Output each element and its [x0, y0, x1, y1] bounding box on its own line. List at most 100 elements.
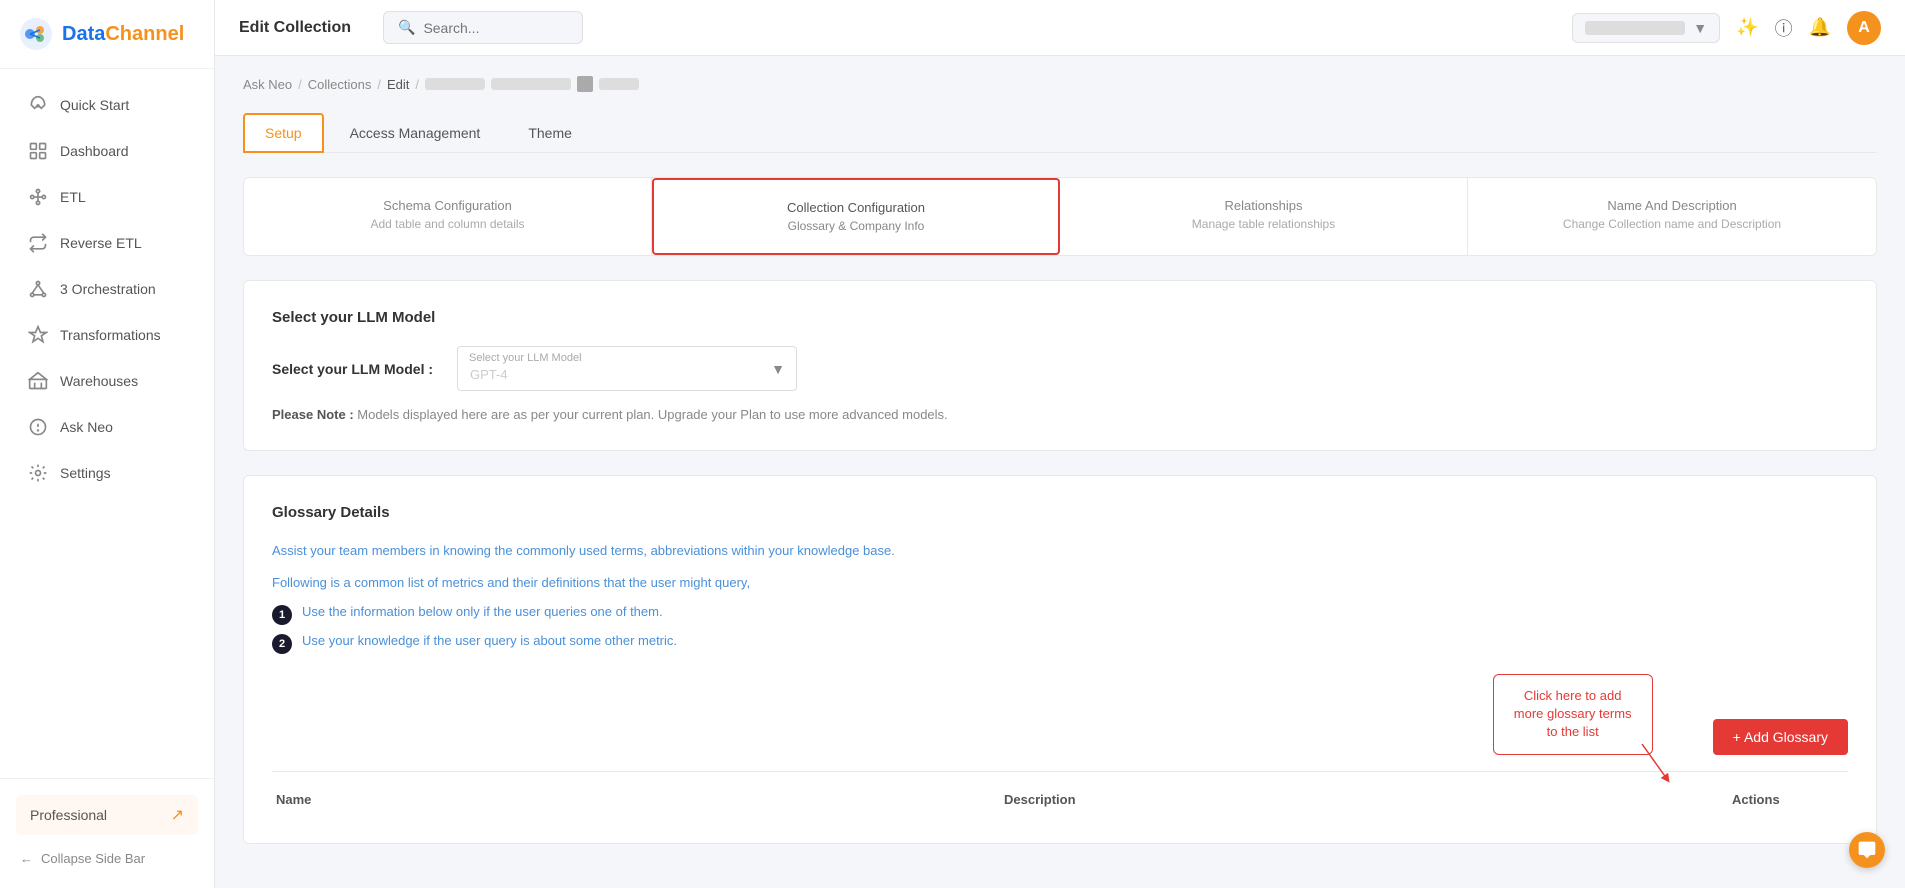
sidebar-item-label: ETL — [60, 189, 86, 205]
llm-select-floating-label: Select your LLM Model — [469, 352, 582, 364]
logo-icon — [18, 16, 54, 52]
glossary-instruction-2: 2 Use your knowledge if the user query i… — [272, 633, 1848, 654]
sidebar-item-orchestration[interactable]: 3 Orchestration — [8, 267, 206, 311]
sidebar-item-label: Ask Neo — [60, 419, 113, 435]
search-input[interactable] — [423, 20, 543, 36]
breadcrumb-icon-blur — [577, 76, 593, 92]
bullet-1: 1 — [272, 605, 292, 625]
transformations-icon — [28, 325, 48, 345]
llm-row: Select your LLM Model : Select your LLM … — [272, 346, 1848, 391]
sidebar-item-etl[interactable]: ETL — [8, 175, 206, 219]
sidebar-item-label: Settings — [60, 465, 111, 481]
notifications-icon[interactable]: 🔔 — [1809, 17, 1831, 38]
breadcrumb-item-blur3 — [599, 78, 639, 90]
glossary-instruction-2-text: Use your knowledge if the user query is … — [302, 633, 677, 648]
llm-section-title: Select your LLM Model — [272, 309, 1848, 326]
collapse-label: Collapse Side Bar — [41, 851, 145, 866]
step-tab-name-desc[interactable]: Name And Description Change Collection n… — [1468, 178, 1876, 255]
sidebar-nav: Quick Start Dashboard ETL — [0, 69, 214, 778]
dashboard-icon — [28, 141, 48, 161]
glossary-desc-line2: Following is a common list of metrics an… — [272, 573, 1848, 593]
note-description: Models displayed here are as per your cu… — [357, 407, 947, 422]
ask-neo-icon — [28, 417, 48, 437]
tab-access-management[interactable]: Access Management — [328, 113, 503, 153]
breadcrumb-item-blur2 — [491, 78, 571, 90]
sidebar-item-ask-neo[interactable]: Ask Neo — [8, 405, 206, 449]
collapse-sidebar-button[interactable]: ← Collapse Side Bar — [16, 845, 198, 872]
table-col-actions: Actions — [1728, 784, 1848, 815]
sidebar: DataChannel Quick Start Dashboard — [0, 0, 215, 888]
header-right: ▼ ✨ ⓘ 🔔 A — [1572, 11, 1881, 45]
warehouses-icon — [28, 371, 48, 391]
step-tab-relationships-title: Relationships — [1084, 198, 1443, 213]
user-name-blur — [1585, 21, 1685, 35]
etl-icon — [28, 187, 48, 207]
breadcrumb-collections[interactable]: Collections — [308, 77, 372, 92]
help-icon[interactable]: ⓘ — [1775, 15, 1793, 41]
search-icon: 🔍 — [398, 19, 415, 36]
step-tab-collection-title: Collection Configuration — [678, 200, 1034, 215]
breadcrumb-ask-neo[interactable]: Ask Neo — [243, 77, 292, 92]
sparkle-icon[interactable]: ✨ — [1736, 17, 1758, 38]
sidebar-item-label: Dashboard — [60, 143, 129, 159]
step-tab-collection-subtitle: Glossary & Company Info — [678, 219, 1034, 233]
chat-bubble[interactable] — [1849, 832, 1885, 868]
add-glossary-button[interactable]: + Add Glossary — [1713, 719, 1848, 755]
llm-select-wrapper: Select your LLM Model GPT-4 ▼ — [457, 346, 797, 391]
page-title: Edit Collection — [239, 19, 351, 37]
sidebar-item-label: Warehouses — [60, 373, 138, 389]
note-text: Please Note : Models displayed here are … — [272, 407, 1848, 422]
llm-field-label: Select your LLM Model : — [272, 361, 433, 377]
orchestration-icon — [28, 279, 48, 299]
content-area: Ask Neo / Collections / Edit / Setup Acc… — [215, 56, 1905, 888]
external-link-icon: ↗ — [171, 805, 184, 825]
sidebar-item-reverse-etl[interactable]: Reverse ETL — [8, 221, 206, 265]
user-avatar[interactable]: A — [1847, 11, 1881, 45]
sidebar-footer: Professional ↗ ← Collapse Side Bar — [0, 778, 214, 888]
table-col-description: Description — [1000, 784, 1728, 815]
step-tab-name-desc-title: Name And Description — [1492, 198, 1852, 213]
rocket-icon — [28, 95, 48, 115]
top-header: Edit Collection 🔍 ▼ ✨ ⓘ 🔔 A — [215, 0, 1905, 56]
breadcrumb-item-blur — [425, 78, 485, 90]
chevron-down-icon: ▼ — [1693, 20, 1707, 36]
sidebar-item-label: Reverse ETL — [60, 235, 142, 251]
callout-box: Click here to add more glossary terms to… — [1493, 674, 1653, 755]
callout-container: Click here to add more glossary terms to… — [1493, 674, 1653, 755]
glossary-card: Glossary Details Assist your team member… — [243, 475, 1877, 844]
sidebar-item-label: 3 Orchestration — [60, 281, 156, 297]
sidebar-item-transformations[interactable]: Transformations — [8, 313, 206, 357]
tab-setup[interactable]: Setup — [243, 113, 324, 153]
logo: DataChannel — [0, 0, 214, 69]
search-bar[interactable]: 🔍 — [383, 11, 583, 44]
step-tab-relationships[interactable]: Relationships Manage table relationships — [1060, 178, 1468, 255]
plan-label: Professional — [30, 807, 107, 823]
bullet-2: 2 — [272, 634, 292, 654]
reverse-etl-icon — [28, 233, 48, 253]
sidebar-item-quickstart[interactable]: Quick Start — [8, 83, 206, 127]
glossary-desc-line1: Assist your team members in knowing the … — [272, 541, 1848, 561]
step-tab-schema[interactable]: Schema Configuration Add table and colum… — [244, 178, 652, 255]
step-tabs: Schema Configuration Add table and colum… — [243, 177, 1877, 256]
sidebar-item-label: Transformations — [60, 327, 161, 343]
tab-theme[interactable]: Theme — [506, 113, 594, 153]
callout-text: Click here to add more glossary terms to… — [1514, 688, 1632, 739]
sidebar-item-warehouses[interactable]: Warehouses — [8, 359, 206, 403]
sidebar-item-settings[interactable]: Settings — [8, 451, 206, 495]
user-dropdown[interactable]: ▼ — [1572, 13, 1720, 43]
plan-badge[interactable]: Professional ↗ — [16, 795, 198, 835]
step-tab-name-desc-subtitle: Change Collection name and Description — [1492, 217, 1852, 231]
collapse-icon: ← — [20, 851, 33, 866]
note-label: Please Note : — [272, 407, 354, 422]
sidebar-item-label: Quick Start — [60, 97, 129, 113]
glossary-section-title: Glossary Details — [272, 504, 1848, 521]
step-tab-collection[interactable]: Collection Configuration Glossary & Comp… — [652, 178, 1060, 255]
glossary-instructions-list: 1 Use the information below only if the … — [272, 604, 1848, 654]
breadcrumb-edit: Edit — [387, 77, 409, 92]
sidebar-item-dashboard[interactable]: Dashboard — [8, 129, 206, 173]
tabs-row: Setup Access Management Theme — [243, 112, 1877, 153]
step-tab-relationships-subtitle: Manage table relationships — [1084, 217, 1443, 231]
glossary-instruction-1: 1 Use the information below only if the … — [272, 604, 1848, 625]
settings-icon — [28, 463, 48, 483]
glossary-action-row: Click here to add more glossary terms to… — [272, 674, 1848, 755]
